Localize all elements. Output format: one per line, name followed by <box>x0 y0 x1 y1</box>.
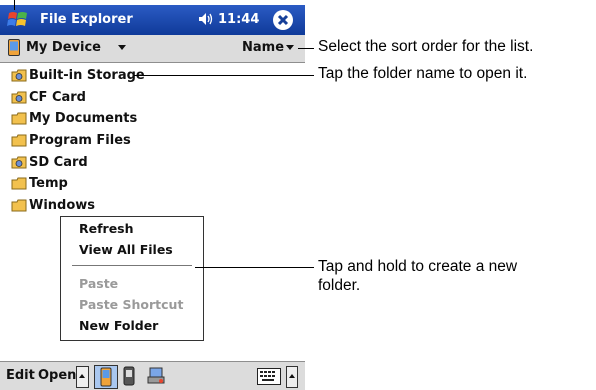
chevron-down-icon[interactable] <box>286 45 294 50</box>
storage-card-icon <box>11 91 27 104</box>
folder-icon <box>11 134 27 147</box>
list-item[interactable]: SD Card <box>0 152 305 174</box>
app-title: File Explorer <box>40 12 133 27</box>
new-folder-menu-item[interactable]: New Folder <box>79 318 158 333</box>
refresh-menu-item[interactable]: Refresh <box>79 221 134 236</box>
location-dropdown[interactable]: My Device <box>26 40 101 55</box>
storage-card-icon <box>11 69 27 82</box>
pocket-pc-screen: File Explorer 11:44 My Device Name Built… <box>0 0 305 390</box>
folder-icon <box>11 199 27 212</box>
folder-icon <box>11 177 27 190</box>
folder-list: Built-in Storage CF Card My Documents Pr… <box>0 65 305 217</box>
keyboard-icon[interactable] <box>257 368 281 385</box>
clock[interactable]: 11:44 <box>218 12 259 27</box>
folder-name[interactable]: SD Card <box>29 152 88 173</box>
callout-leader-line <box>134 75 314 76</box>
paste-shortcut-menu-item: Paste Shortcut <box>79 297 184 312</box>
folder-name[interactable]: Program Files <box>29 130 131 151</box>
paste-menu-item: Paste <box>79 276 119 291</box>
input-panel-arrow-icon[interactable] <box>286 366 298 388</box>
callout-leader-line <box>14 0 15 10</box>
device-icon <box>8 39 20 56</box>
folder-name[interactable]: Windows <box>29 195 95 216</box>
callout-sort-order: Select the sort order for the list. <box>318 38 534 55</box>
list-item[interactable]: My Documents <box>0 108 305 130</box>
callout-new-folder: Tap and hold to create a new folder. <box>318 258 518 294</box>
folder-name[interactable]: Temp <box>29 173 68 194</box>
menu-divider <box>72 265 192 266</box>
menu-bar: Edit Open <box>0 361 305 390</box>
open-menu[interactable]: Open <box>38 368 76 383</box>
list-item[interactable]: Temp <box>0 173 305 195</box>
folder-name[interactable]: CF Card <box>29 87 86 108</box>
folder-name[interactable]: My Documents <box>29 108 137 129</box>
list-item[interactable]: Program Files <box>0 130 305 152</box>
chevron-down-icon[interactable] <box>118 45 126 50</box>
scroll-up-arrow-icon[interactable] <box>76 366 89 388</box>
callout-leader-line <box>195 267 314 268</box>
storage-toggle-icon[interactable] <box>94 365 118 389</box>
folder-name[interactable]: Built-in Storage <box>29 65 145 86</box>
close-icon[interactable] <box>273 10 293 30</box>
sort-dropdown[interactable]: Name <box>242 40 284 55</box>
folder-icon <box>11 112 27 125</box>
start-menu-icon[interactable] <box>6 9 30 31</box>
edit-menu[interactable]: Edit <box>6 368 35 383</box>
location-bar: My Device Name <box>0 35 305 63</box>
volume-icon[interactable] <box>198 12 213 30</box>
list-item[interactable]: Windows <box>0 195 305 217</box>
sync-icon[interactable] <box>146 366 166 386</box>
callout-open-folder: Tap the folder name to open it. <box>318 65 528 82</box>
context-menu: Refresh View All Files Paste Paste Short… <box>60 216 204 341</box>
device-memory-icon[interactable] <box>123 366 135 386</box>
view-all-files-menu-item[interactable]: View All Files <box>79 242 173 257</box>
storage-card-icon <box>11 156 27 169</box>
callout-leader-line <box>298 48 314 49</box>
list-item[interactable]: CF Card <box>0 87 305 109</box>
title-bar: File Explorer 11:44 <box>0 5 305 35</box>
